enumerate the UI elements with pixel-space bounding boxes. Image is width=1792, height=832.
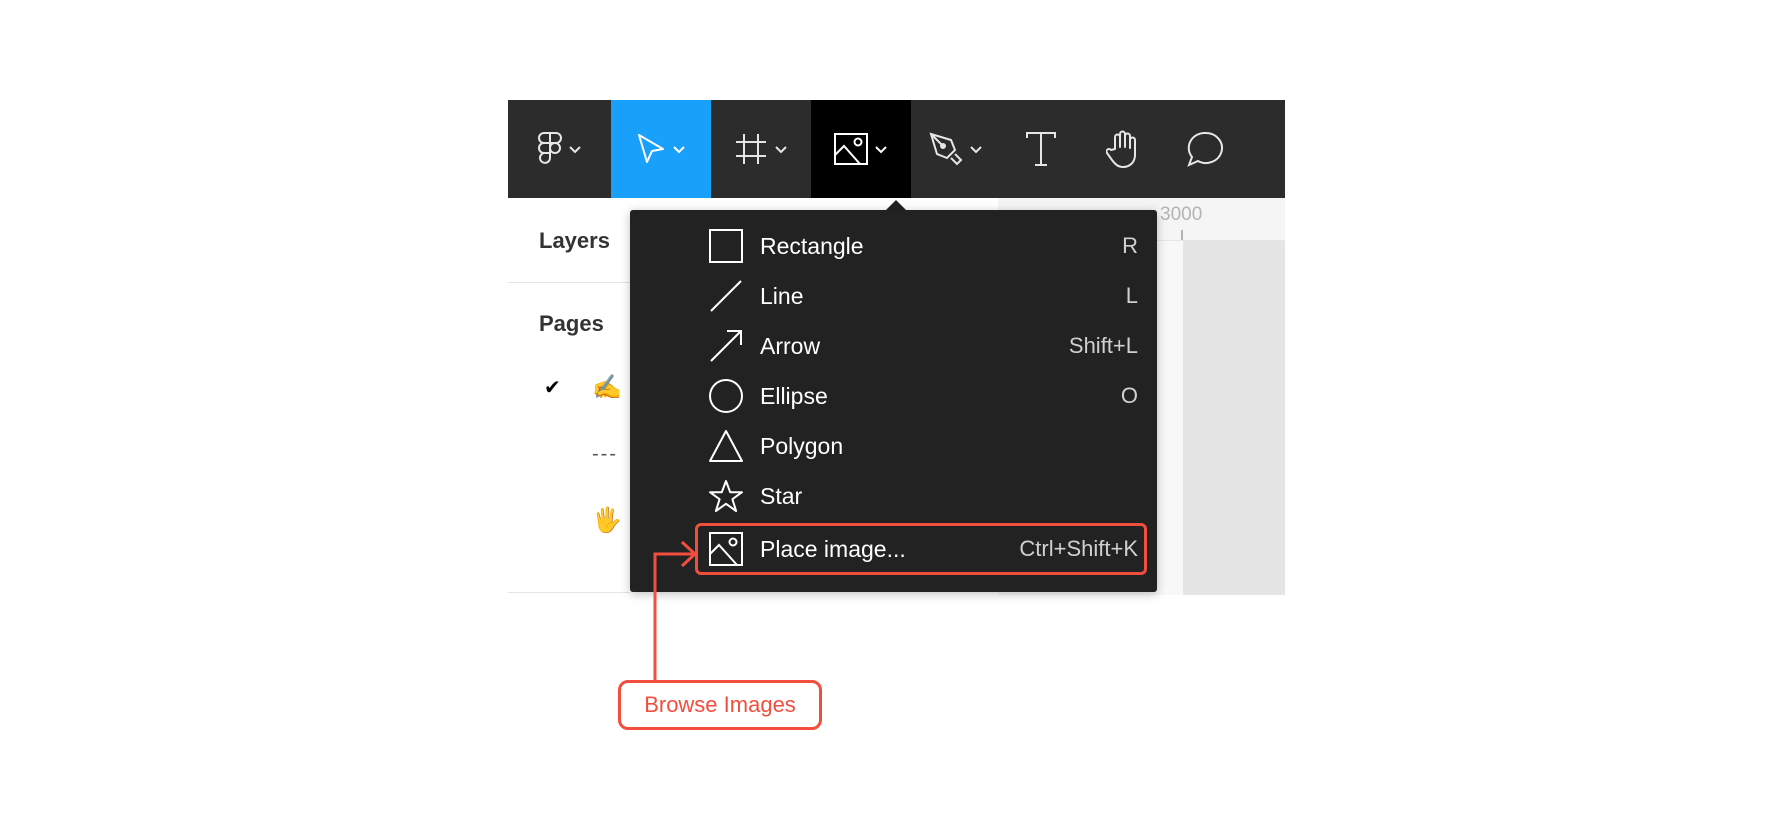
callout-label: Browse Images (644, 692, 796, 717)
browse-images-callout: Browse Images (618, 680, 822, 730)
image-icon (708, 531, 744, 567)
layers-tab[interactable]: Layers (539, 228, 610, 254)
comment-tool-button[interactable] (1166, 100, 1246, 198)
menu-item-rectangle[interactable]: Rectangle R (708, 226, 1138, 266)
figma-logo-icon (537, 132, 562, 166)
hand-icon (1105, 129, 1142, 169)
hand-tool-button[interactable] (1081, 100, 1166, 198)
menu-item-label: Arrow (760, 332, 821, 359)
speech-bubble-icon (1187, 131, 1225, 167)
menu-item-shortcut: Shift+L (1068, 333, 1138, 358)
rectangle-icon (708, 228, 744, 264)
text-tool-button[interactable] (1001, 100, 1081, 198)
ruler-tick (1181, 230, 1183, 240)
checkmark-icon: ✔ (544, 377, 561, 399)
frame-tool-button[interactable] (711, 100, 811, 198)
chevron-down-icon (672, 144, 686, 154)
menu-item-label: Rectangle (760, 232, 864, 259)
menu-item-label: Ellipse (760, 382, 828, 409)
menu-item-shortcut: Ctrl+Shift+K (1019, 536, 1138, 561)
menu-item-shortcut: L (1125, 283, 1138, 308)
page-emoji: ✍️ (592, 374, 622, 401)
toolbar (508, 100, 1285, 198)
ellipse-icon (708, 378, 744, 414)
pen-tool-button[interactable] (911, 100, 1001, 198)
frame-hash-icon (734, 132, 768, 166)
menu-item-shortcut: R (1122, 233, 1138, 258)
canvas-frame[interactable] (1183, 241, 1285, 595)
menu-item-polygon[interactable]: Polygon (708, 426, 1138, 466)
chevron-down-icon (774, 144, 788, 154)
arrow-icon (708, 328, 744, 364)
menu-item-shortcut: O (1120, 383, 1138, 408)
main-menu-button[interactable] (508, 100, 611, 198)
pages-title: Pages (539, 311, 604, 336)
cursor-arrow-icon (636, 133, 666, 165)
image-icon (834, 133, 868, 165)
menu-item-arrow[interactable]: Arrow Shift+L (708, 326, 1138, 366)
chevron-down-icon (969, 144, 983, 154)
text-t-icon (1025, 131, 1057, 167)
menu-item-label: Place image... (760, 535, 906, 562)
panel-divider (508, 592, 630, 593)
shape-tool-button[interactable] (811, 100, 911, 198)
shape-tools-dropdown: Rectangle R Line L Arrow Shift+L Ellipse… (630, 210, 1157, 592)
menu-item-label: Polygon (760, 432, 844, 459)
page-label: --- (592, 443, 618, 465)
chevron-down-icon (568, 144, 582, 154)
menu-item-star[interactable]: Star (708, 476, 1138, 516)
move-tool-button[interactable] (611, 100, 711, 198)
polygon-icon (708, 428, 744, 464)
annotation-arrow (653, 540, 698, 685)
menu-item-place-image[interactable]: Place image... Ctrl+Shift+K (708, 529, 1138, 569)
page-emoji: 🖐️ (592, 507, 622, 534)
star-icon (708, 478, 744, 514)
menu-item-ellipse[interactable]: Ellipse O (708, 376, 1138, 416)
chevron-down-icon (874, 144, 888, 154)
menu-item-line[interactable]: Line L (708, 276, 1138, 316)
line-icon (708, 278, 744, 314)
menu-item-label: Line (760, 282, 804, 309)
menu-item-label: Star (760, 482, 803, 509)
ruler-label: 3000 (1160, 204, 1203, 225)
pen-nib-icon (929, 132, 963, 166)
